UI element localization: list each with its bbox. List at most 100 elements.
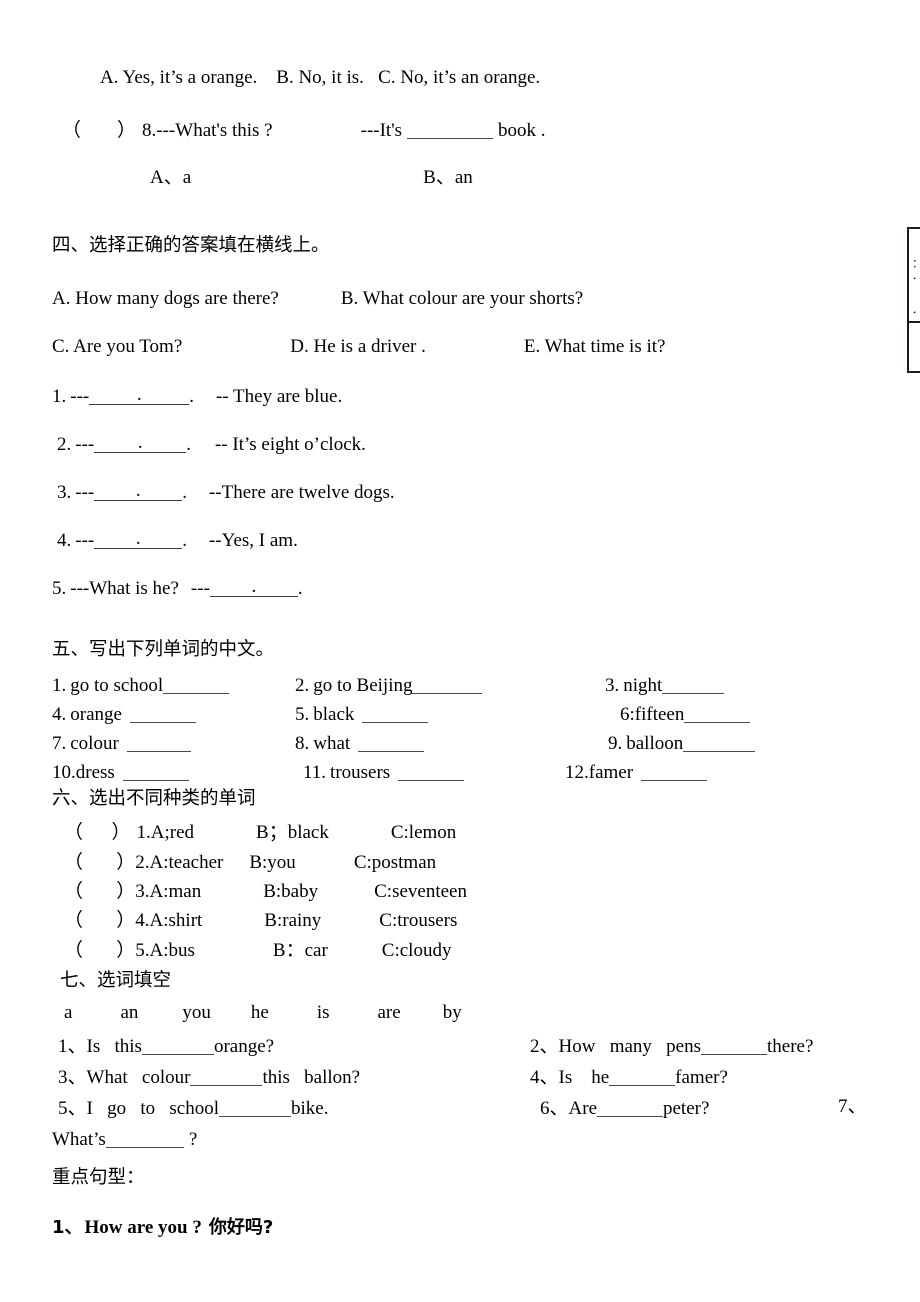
item-blank[interactable] — [609, 1066, 676, 1086]
item-blank[interactable] — [190, 1066, 263, 1086]
item-number: 4、 — [530, 1066, 559, 1088]
option-a[interactable]: A:shirt — [150, 910, 203, 931]
q8-answer-suffix: book . — [498, 119, 546, 141]
option-a[interactable]: A:man — [150, 881, 202, 902]
word-bank-item-an[interactable]: an — [120, 1002, 138, 1023]
q7-options-line: A. Yes, it’s a orange. B. No, it is. C. … — [100, 67, 541, 88]
section-five-heading: 五、写出下列单词的中文。 — [52, 639, 275, 660]
item-after: there? — [767, 1035, 814, 1057]
item-lead: --- — [190, 577, 210, 599]
section-seven-item-1: 1、Is this orange? — [58, 1035, 274, 1056]
item-after: peter? — [663, 1097, 710, 1119]
section-five-word-4: 4. orange — [52, 703, 196, 724]
option-a[interactable]: A:bus — [150, 940, 195, 961]
option-c[interactable]: C:postman — [354, 852, 436, 873]
item-blank[interactable] — [218, 1097, 291, 1117]
word-blank[interactable] — [683, 732, 756, 752]
key-sentence-number: 1、 — [52, 1217, 83, 1238]
word-number: 9. — [608, 732, 623, 754]
answer-bracket[interactable]: （ ） — [64, 910, 135, 931]
answer-bracket[interactable]: （ ） — [64, 822, 131, 843]
word-number: 1. — [52, 674, 67, 696]
word-blank[interactable] — [126, 732, 191, 752]
option-b[interactable]: B；black — [256, 822, 329, 843]
word-blank[interactable] — [358, 732, 425, 752]
item-lead: --- — [75, 529, 95, 551]
q8-choice-a[interactable]: A、a — [150, 167, 191, 188]
word-bank-item-a[interactable]: a — [64, 1002, 72, 1023]
item-number: 4. — [135, 910, 150, 931]
item-blank[interactable] — [701, 1035, 767, 1055]
word-blank[interactable] — [362, 703, 429, 723]
word-bank-item-he[interactable]: he — [251, 1002, 269, 1023]
section-four-item-2: 2.---. -- It’s eight o’clock. — [57, 433, 366, 454]
q8-bracket-close: ） — [117, 119, 137, 141]
word-bank-item-is[interactable]: is — [317, 1002, 330, 1023]
item-blank[interactable] — [141, 1035, 214, 1055]
item-blank[interactable] — [94, 529, 183, 549]
item-blank[interactable] — [94, 481, 183, 501]
section-four-choices-row-1: A. How many dogs are there? B. What colou… — [52, 289, 583, 308]
item-lead: --- — [70, 385, 90, 407]
section-six-item-4: （ ）4.A:shirt B:rainy C:trousers — [64, 911, 457, 930]
question-8-row: （ ） 8.---What's this ? ---It's book . — [62, 119, 546, 140]
item-number: 3、 — [58, 1066, 87, 1088]
word-blank[interactable] — [163, 674, 230, 694]
section-five-word-9: 9. balloon — [608, 732, 756, 754]
word-bank-item-you[interactable]: you — [182, 1002, 211, 1023]
option-a[interactable]: A:teacher — [150, 852, 224, 873]
item-number: 5、 — [58, 1097, 87, 1119]
choice-a[interactable]: A. How many dogs are there? — [52, 288, 279, 309]
option-c[interactable]: C:trousers — [379, 910, 457, 931]
section-five-word-7: 7. colour — [52, 732, 191, 753]
section-six-item-5: （ ）5.A:bus B：car C:cloudy — [64, 941, 451, 960]
clipped-margin-box: ： ． ． — [907, 227, 920, 373]
item-number: 1. — [136, 822, 151, 843]
word-text: orange — [70, 703, 122, 725]
word-blank[interactable] — [662, 674, 725, 694]
q8-answer-blank[interactable] — [407, 119, 494, 139]
q8-prompt: ---What's this ? — [156, 119, 273, 141]
item-blank[interactable] — [94, 433, 187, 453]
item-lead: --- — [75, 433, 95, 455]
section-five-word-1: 1. go to school — [52, 674, 230, 696]
option-b[interactable]: B:you — [249, 852, 295, 873]
choice-d[interactable]: D. He is a driver . — [290, 336, 426, 357]
word-number: 5. — [295, 703, 310, 725]
choice-e[interactable]: E. What time is it? — [524, 336, 666, 357]
choice-c[interactable]: C. Are you Tom? — [52, 336, 182, 357]
word-blank[interactable] — [684, 703, 751, 723]
section-six-item-1: （ ） 1.A;red B；black C:lemon — [64, 823, 456, 842]
item-after: bike. — [290, 1097, 329, 1119]
word-bank-item-by[interactable]: by — [443, 1002, 462, 1023]
choice-b[interactable]: B. What colour are your shorts? — [341, 288, 583, 309]
option-a[interactable]: A;red — [151, 822, 194, 843]
q8-choice-b[interactable]: B、an — [423, 167, 473, 188]
item-blank[interactable] — [105, 1128, 184, 1148]
option-b[interactable]: B:rainy — [264, 910, 321, 931]
option-b[interactable]: B：car — [273, 940, 328, 961]
section-seven-word-bank: a an you he is are by — [64, 1003, 462, 1022]
word-text: what — [313, 732, 351, 754]
item-blank[interactable] — [89, 385, 190, 405]
word-blank[interactable] — [412, 674, 483, 694]
answer-bracket[interactable]: （ ） — [64, 940, 135, 961]
answer-bracket[interactable]: （ ） — [64, 852, 135, 873]
item-blank[interactable] — [209, 577, 298, 597]
word-blank[interactable] — [122, 761, 189, 781]
word-bank-item-are[interactable]: are — [378, 1002, 401, 1023]
q8-bracket-open[interactable]: （ — [62, 120, 81, 141]
option-c[interactable]: C:seventeen — [374, 881, 467, 902]
option-c[interactable]: C:cloudy — [382, 940, 452, 961]
word-number: 4. — [52, 703, 67, 725]
word-blank[interactable] — [398, 761, 465, 781]
section-four-item-4: 4.---. --Yes, I am. — [57, 529, 298, 550]
item-blank[interactable] — [597, 1097, 663, 1117]
word-blank[interactable] — [641, 761, 708, 781]
word-blank[interactable] — [129, 703, 196, 723]
section-seven-item-4: 4、Is he famer? — [530, 1066, 728, 1087]
answer-bracket[interactable]: （ ） — [64, 881, 135, 902]
option-b[interactable]: B:baby — [263, 881, 318, 902]
word-text: famer — [588, 761, 634, 783]
option-c[interactable]: C:lemon — [391, 822, 456, 843]
